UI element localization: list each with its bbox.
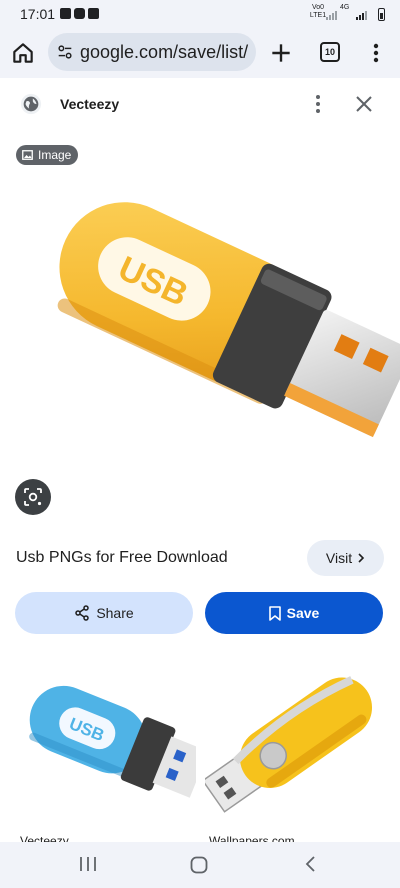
share-icon [75, 605, 90, 621]
related-usb-blue-image[interactable]: USB [16, 648, 196, 828]
network-right-label: 4G [340, 4, 350, 11]
home-icon[interactable] [10, 40, 36, 66]
signal-icon-2 [356, 10, 367, 20]
related-card[interactable]: Wallpapers.com [205, 648, 385, 842]
browser-toolbar: google.com/save/list/ 10 [0, 28, 400, 78]
share-button[interactable]: Share [15, 592, 193, 634]
source-name[interactable]: Vecteezy [60, 96, 119, 112]
related-source: Vecteezy [20, 834, 69, 842]
source-header: Vecteezy [0, 78, 400, 132]
visit-button[interactable]: Visit [307, 540, 384, 576]
related-usb-yellow-image[interactable] [205, 648, 385, 828]
more-options-icon[interactable] [306, 92, 330, 116]
globe-icon [20, 93, 42, 115]
media-app-icon [88, 8, 99, 19]
status-bar: 17:01 Vo0 LTE1 4G [0, 0, 400, 28]
save-button[interactable]: Save [205, 592, 383, 634]
visit-label: Visit [325, 550, 353, 566]
related-card[interactable]: USB Vecteezy [16, 648, 196, 842]
youtube-icon [74, 8, 85, 19]
image-icon [22, 150, 33, 160]
chevron-right-icon [358, 553, 365, 563]
new-tab-plus-icon[interactable] [268, 40, 294, 66]
close-icon[interactable] [352, 92, 376, 116]
related-source: Wallpapers.com [209, 834, 295, 842]
system-nav-bar [0, 842, 400, 888]
url-text[interactable]: google.com/save/list/ [80, 42, 256, 63]
url-bar[interactable]: google.com/save/list/ [48, 33, 256, 71]
save-label: Save [286, 605, 320, 621]
capcut-icon [60, 8, 71, 19]
recents-icon[interactable] [79, 856, 97, 872]
share-label: Share [96, 605, 134, 621]
more-vert-icon[interactable] [366, 40, 386, 66]
usb-drive-image[interactable]: USB [0, 170, 400, 490]
home-nav-icon[interactable] [190, 856, 208, 874]
lens-search-button[interactable] [15, 479, 51, 515]
result-title[interactable]: Usb PNGs for Free Download [16, 549, 228, 567]
tab-switcher-button[interactable]: 10 [320, 42, 340, 62]
signal-icon-1 [326, 10, 337, 20]
notification-icons [60, 8, 99, 19]
back-icon[interactable] [304, 856, 318, 872]
site-settings-icon[interactable] [56, 43, 74, 61]
lens-icon [24, 488, 42, 506]
status-time: 17:01 [20, 6, 56, 22]
image-type-badge: Image [16, 145, 79, 165]
bookmark-icon [268, 605, 281, 621]
image-badge-label: Image [38, 148, 72, 162]
battery-icon [378, 8, 385, 21]
tab-count: 10 [324, 47, 335, 57]
related-images: USB Vecteezy Wallpapers.com [0, 648, 400, 842]
